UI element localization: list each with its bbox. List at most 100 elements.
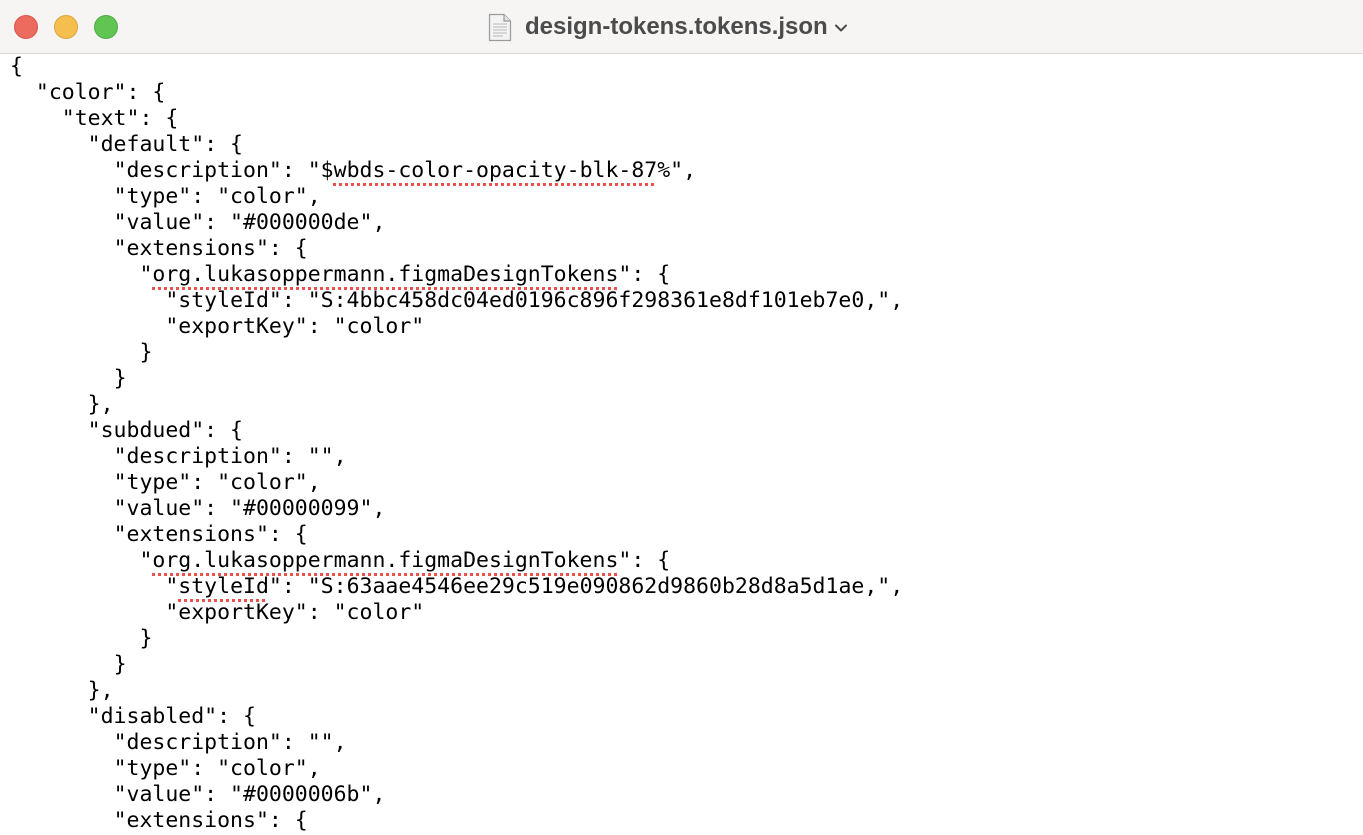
code-line: "org.lukasoppermann.figmaDesignTokens": … [10,262,1363,288]
line-text: }, [87,392,114,417]
code-line: "styleId": "S:4bbc458dc04ed0196c896f2983… [10,288,1363,314]
code-line: "value": "#000000de", [10,210,1363,236]
line-text: "description": "", [113,444,347,469]
line-text: } [113,366,127,391]
code-line: "exportKey": "color" [10,600,1363,626]
spellcheck-flagged-word[interactable]: wbds-color-opacity-blk-87 [334,158,658,183]
code-line: }, [10,392,1363,418]
code-line: "org.lukasoppermann.figmaDesignTokens": … [10,548,1363,574]
line-text: "exportKey": "color" [165,314,425,339]
spellcheck-flagged-word[interactable]: org.lukasoppermann.figmaDesignTokens [152,548,618,573]
line-text: "color": { [35,80,166,105]
code-line: "extensions": { [10,522,1363,548]
line-text: }, [87,678,114,703]
line-text-pre: " [139,548,153,573]
text-editor-area[interactable]: { "color": { "text": { "default": { "des… [0,54,1363,835]
line-text-pre: " [139,262,153,287]
code-line: "extensions": { [10,236,1363,262]
code-line: }, [10,678,1363,704]
window-title-group[interactable]: design-tokens.tokens.json [488,12,848,42]
line-text: "extensions": { [113,808,308,833]
line-text-pre: "description": "$ [113,158,334,183]
line-text: } [139,626,153,651]
code-line: "styleId": "S:63aae4546ee29c519e090862d9… [10,574,1363,600]
code-line: "default": { [10,132,1363,158]
zoom-button[interactable] [94,15,118,39]
line-text: "value": "#0000006b", [113,782,386,807]
line-text: "type": "color", [113,470,321,495]
code-line: "type": "color", [10,756,1363,782]
chevron-down-icon[interactable] [834,23,848,33]
code-line: "type": "color", [10,184,1363,210]
code-line: "value": "#0000006b", [10,782,1363,808]
code-line: "description": "", [10,444,1363,470]
code-line: } [10,652,1363,678]
code-line: "extensions": { [10,808,1363,834]
window-title: design-tokens.tokens.json [525,13,828,40]
code-line: } [10,626,1363,652]
line-text-post: ": { [618,262,671,287]
line-text: "description": "", [113,730,347,755]
line-text: "text": { [61,106,179,131]
line-text: "default": { [87,132,244,157]
line-text: "extensions": { [113,522,308,547]
line-text-post: %", [657,158,697,183]
line-text: "value": "#000000de", [113,210,386,235]
code-line: "color": { [10,80,1363,106]
line-text: "subdued": { [87,418,244,443]
code-line: "disabled": { [10,704,1363,730]
line-text: "disabled": { [87,704,256,729]
code-line: "value": "#00000099", [10,496,1363,522]
line-text: } [113,652,127,677]
code-line: "type": "color", [10,470,1363,496]
line-text: "styleId": "S:4bbc458dc04ed0196c896f2983… [165,288,904,313]
line-text: { [10,54,23,79]
line-text: "extensions": { [113,236,308,261]
title-bar[interactable]: design-tokens.tokens.json [0,0,1363,54]
code-line: "exportKey": "color" [10,314,1363,340]
code-line: } [10,340,1363,366]
text-editor-window: design-tokens.tokens.json { "color": { "… [0,0,1363,835]
spellcheck-flagged-word[interactable]: styleId [178,574,269,599]
code-line: "subdued": { [10,418,1363,444]
line-text: "type": "color", [113,756,321,781]
line-text: "exportKey": "color" [165,600,425,625]
close-button[interactable] [14,15,38,39]
code-line: "text": { [10,106,1363,132]
line-text-post: ": "S:63aae4546ee29c519e090862d9860b28d8… [268,574,904,599]
line-text-post: ": { [618,548,671,573]
line-text-pre: " [165,574,179,599]
code-line: "description": "", [10,730,1363,756]
line-text: "value": "#00000099", [113,496,386,521]
spellcheck-flagged-word[interactable]: org.lukasoppermann.figmaDesignTokens [152,262,618,287]
line-text: "type": "color", [113,184,321,209]
code-line: "description": "$wbds-color-opacity-blk-… [10,158,1363,184]
minimize-button[interactable] [54,15,78,39]
code-line: } [10,366,1363,392]
